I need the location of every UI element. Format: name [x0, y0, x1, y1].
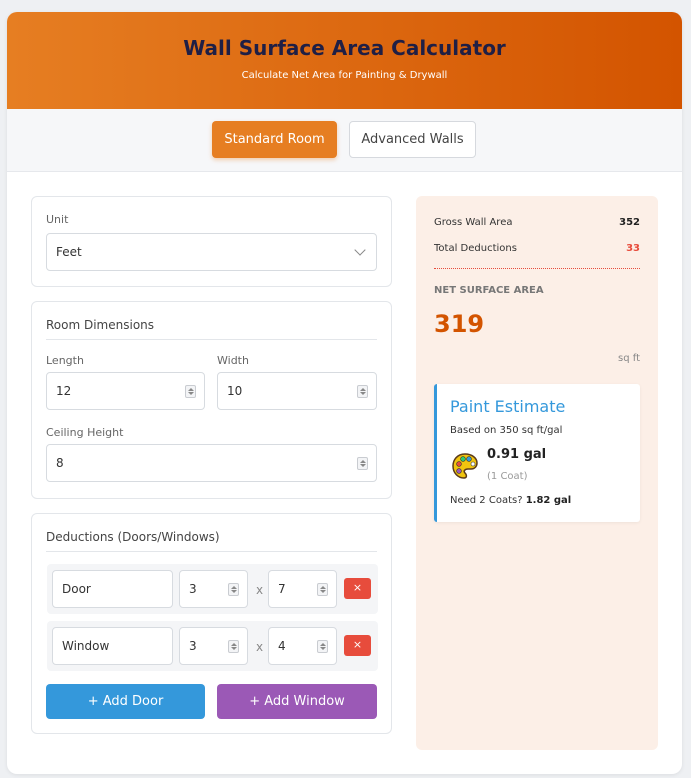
width-stepper[interactable] — [357, 385, 368, 398]
deduction-name-value: Door — [62, 582, 91, 596]
deduction-name-value: Window — [62, 639, 110, 653]
results-panel: Gross Wall Area 352 Total Deductions 33 … — [416, 196, 658, 750]
total-deductions-label: Total Deductions — [434, 243, 517, 254]
deduction-width-input[interactable]: 3 — [179, 570, 248, 608]
paint-estimate-title: Paint Estimate — [450, 397, 566, 416]
gross-area-label: Gross Wall Area — [434, 217, 513, 228]
net-area-value: 319 — [434, 310, 485, 338]
deductions-title: Deductions (Doors/Windows) — [46, 530, 220, 544]
deduction-width-value: 3 — [189, 639, 197, 653]
gross-area-value: 352 — [619, 217, 640, 228]
page-title: Wall Surface Area Calculator — [183, 36, 506, 60]
width-input[interactable]: 10 — [217, 372, 377, 410]
deductions-card: Deductions (Doors/Windows) Door 3 x 7 × … — [31, 513, 392, 734]
paint-basis: Based on 350 sq ft/gal — [450, 425, 563, 436]
ceiling-height-stepper[interactable] — [357, 457, 368, 470]
page-subtitle: Calculate Net Area for Painting & Drywal… — [241, 70, 448, 81]
room-dimensions-divider — [46, 339, 377, 340]
room-dimensions-title: Room Dimensions — [46, 318, 155, 332]
length-label: Length — [46, 354, 84, 367]
deduction-height-stepper[interactable] — [317, 583, 328, 596]
deduction-width-value: 3 — [189, 582, 197, 596]
remove-door-button[interactable]: × — [344, 578, 371, 599]
palette-icon — [451, 452, 479, 480]
deduction-height-input[interactable]: 7 — [268, 570, 337, 608]
unit-card: Unit Feet — [31, 196, 392, 287]
deduction-width-input[interactable]: 3 — [179, 627, 248, 665]
ceiling-height-value: 8 — [56, 456, 64, 470]
header-banner: Wall Surface Area Calculator Calculate N… — [7, 12, 682, 109]
close-icon: × — [352, 581, 363, 594]
deduction-height-stepper[interactable] — [317, 640, 328, 653]
results-divider — [434, 268, 640, 269]
tab-standard-room[interactable]: Standard Room — [212, 121, 337, 158]
deduction-name-input[interactable]: Door — [52, 570, 173, 608]
deduction-row-door: Door 3 x 7 × — [47, 564, 378, 614]
width-label: Width — [217, 354, 249, 367]
deduction-width-stepper[interactable] — [228, 640, 239, 653]
unit-select-value: Feet — [56, 245, 82, 259]
paint-gallons: 0.91 gal — [487, 447, 547, 462]
length-stepper[interactable] — [185, 385, 196, 398]
two-coats-label: Need 2 Coats? — [450, 495, 523, 506]
two-coats-value: 1.82 gal — [525, 495, 572, 506]
times-sign: x — [256, 640, 264, 654]
room-dimensions-card: Room Dimensions Length 12 Width 10 Ceili… — [31, 301, 392, 499]
net-area-unit: sq ft — [617, 353, 640, 364]
deduction-name-input[interactable]: Window — [52, 627, 173, 665]
paint-estimate-card: Paint Estimate Based on 350 sq ft/gal 0.… — [434, 384, 640, 522]
tab-advanced-walls[interactable]: Advanced Walls — [349, 121, 476, 158]
net-area-label: NET SURFACE AREA — [434, 285, 544, 296]
add-door-button[interactable]: + Add Door — [46, 684, 205, 719]
ceiling-height-input[interactable]: 8 — [46, 444, 377, 482]
width-value: 10 — [227, 384, 243, 398]
ceiling-height-label: Ceiling Height — [46, 426, 124, 439]
paint-coat-note: (1 Coat) — [487, 471, 528, 482]
deduction-row-window: Window 3 x 4 × — [47, 621, 378, 671]
unit-select[interactable]: Feet — [46, 233, 377, 271]
add-window-button[interactable]: + Add Window — [217, 684, 377, 719]
deduction-width-stepper[interactable] — [228, 583, 239, 596]
close-icon: × — [352, 638, 363, 651]
deduction-height-input[interactable]: 4 — [268, 627, 337, 665]
two-coats-line: Need 2 Coats? 1.82 gal — [450, 495, 571, 506]
deductions-divider — [46, 551, 377, 552]
calculator-app: Wall Surface Area Calculator Calculate N… — [7, 12, 682, 774]
length-value: 12 — [56, 384, 72, 398]
total-deductions-value: 33 — [626, 243, 640, 254]
deduction-height-value: 7 — [278, 582, 286, 596]
length-input[interactable]: 12 — [46, 372, 205, 410]
deduction-height-value: 4 — [278, 639, 286, 653]
unit-label: Unit — [46, 213, 69, 226]
mode-tabs: Standard Room Advanced Walls — [7, 109, 682, 172]
remove-window-button[interactable]: × — [344, 635, 371, 656]
chevron-down-icon — [354, 244, 366, 256]
times-sign: x — [256, 583, 264, 597]
